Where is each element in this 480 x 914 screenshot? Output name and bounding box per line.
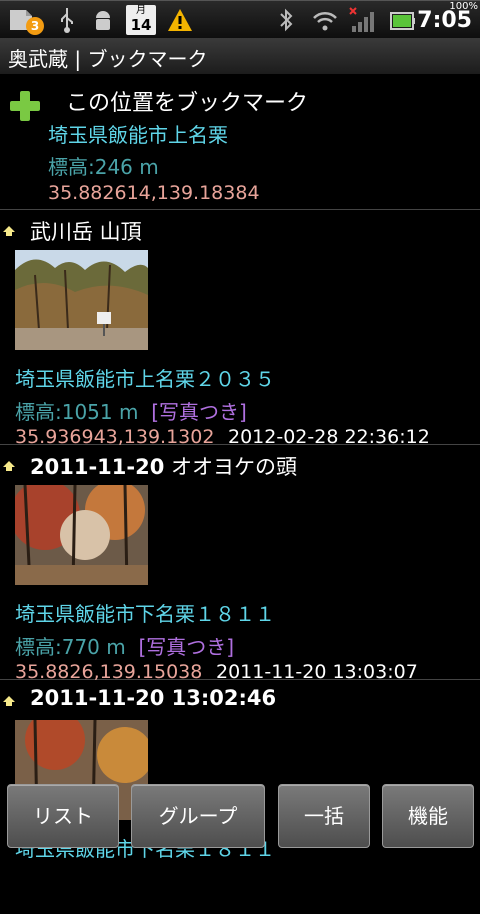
bookmark-pin-icon (3, 696, 15, 706)
function-button[interactable]: 機能 (382, 784, 474, 848)
warning-icon (168, 9, 192, 31)
bookmark-pin-icon (3, 461, 15, 471)
title-bar: 奥武蔵 | ブックマーク (0, 38, 480, 74)
photo-tag: [写真つき] (138, 635, 235, 659)
item-address: 埼玉県飯能市下名栗１８１１ (15, 602, 275, 626)
item-title: 2011-11-20 オオヨケの頭 (30, 455, 298, 479)
item-elevation: 標高:1051 m [写真つき] (15, 400, 247, 424)
wifi-icon (313, 11, 337, 31)
bottom-button-bar: リスト グループ 一括 機能 (0, 782, 480, 854)
calendar-icon: 月 14 (126, 5, 156, 35)
current-coords: 35.882614,139.18384 (48, 182, 260, 204)
item-elevation: 標高:770 m [写真つき] (15, 635, 235, 659)
list-item[interactable]: 武川岳 山頂 埼玉県飯能市上名栗２０３５ 標高:1051 m [写真つき] 35… (0, 210, 480, 448)
android-debug-icon (96, 11, 110, 30)
item-title: 2011-11-20 13:02:46 (30, 686, 277, 710)
group-button[interactable]: グループ (131, 784, 265, 848)
item-photo-thumbnail[interactable] (15, 250, 148, 350)
bluetooth-icon (280, 8, 293, 32)
battery-icon (390, 12, 415, 30)
status-bar: 3 月 14 100% 7:05 (0, 0, 480, 39)
list-button[interactable]: リスト (7, 784, 119, 848)
notification-count-badge: 3 (26, 17, 44, 35)
calendar-day: 14 (130, 16, 152, 34)
signal-icon (349, 7, 374, 32)
photo-tag: [写真つき] (151, 400, 247, 424)
current-elevation: 標高:246 m (48, 155, 159, 179)
item-title: 武川岳 山頂 (30, 220, 142, 244)
item-address: 埼玉県飯能市上名栗２０３５ (15, 367, 275, 391)
add-bookmark-label: この位置をブックマーク (66, 91, 309, 116)
plus-icon (10, 91, 40, 121)
add-bookmark-row[interactable]: この位置をブックマーク 埼玉県飯能市上名栗 標高:246 m 35.882614… (0, 75, 480, 210)
page-title: 奥武蔵 | ブックマーク (8, 47, 208, 71)
item-photo-thumbnail[interactable] (15, 485, 148, 585)
current-address: 埼玉県飯能市上名栗 (48, 123, 228, 147)
clock: 7:05 (417, 8, 472, 33)
bookmark-pin-icon (3, 226, 15, 236)
usb-icon (61, 8, 73, 33)
list-item[interactable]: 2011-11-20 オオヨケの頭 埼玉県飯能市下名栗１８１１ 標高:770 m… (0, 445, 480, 683)
batch-button[interactable]: 一括 (278, 784, 370, 848)
